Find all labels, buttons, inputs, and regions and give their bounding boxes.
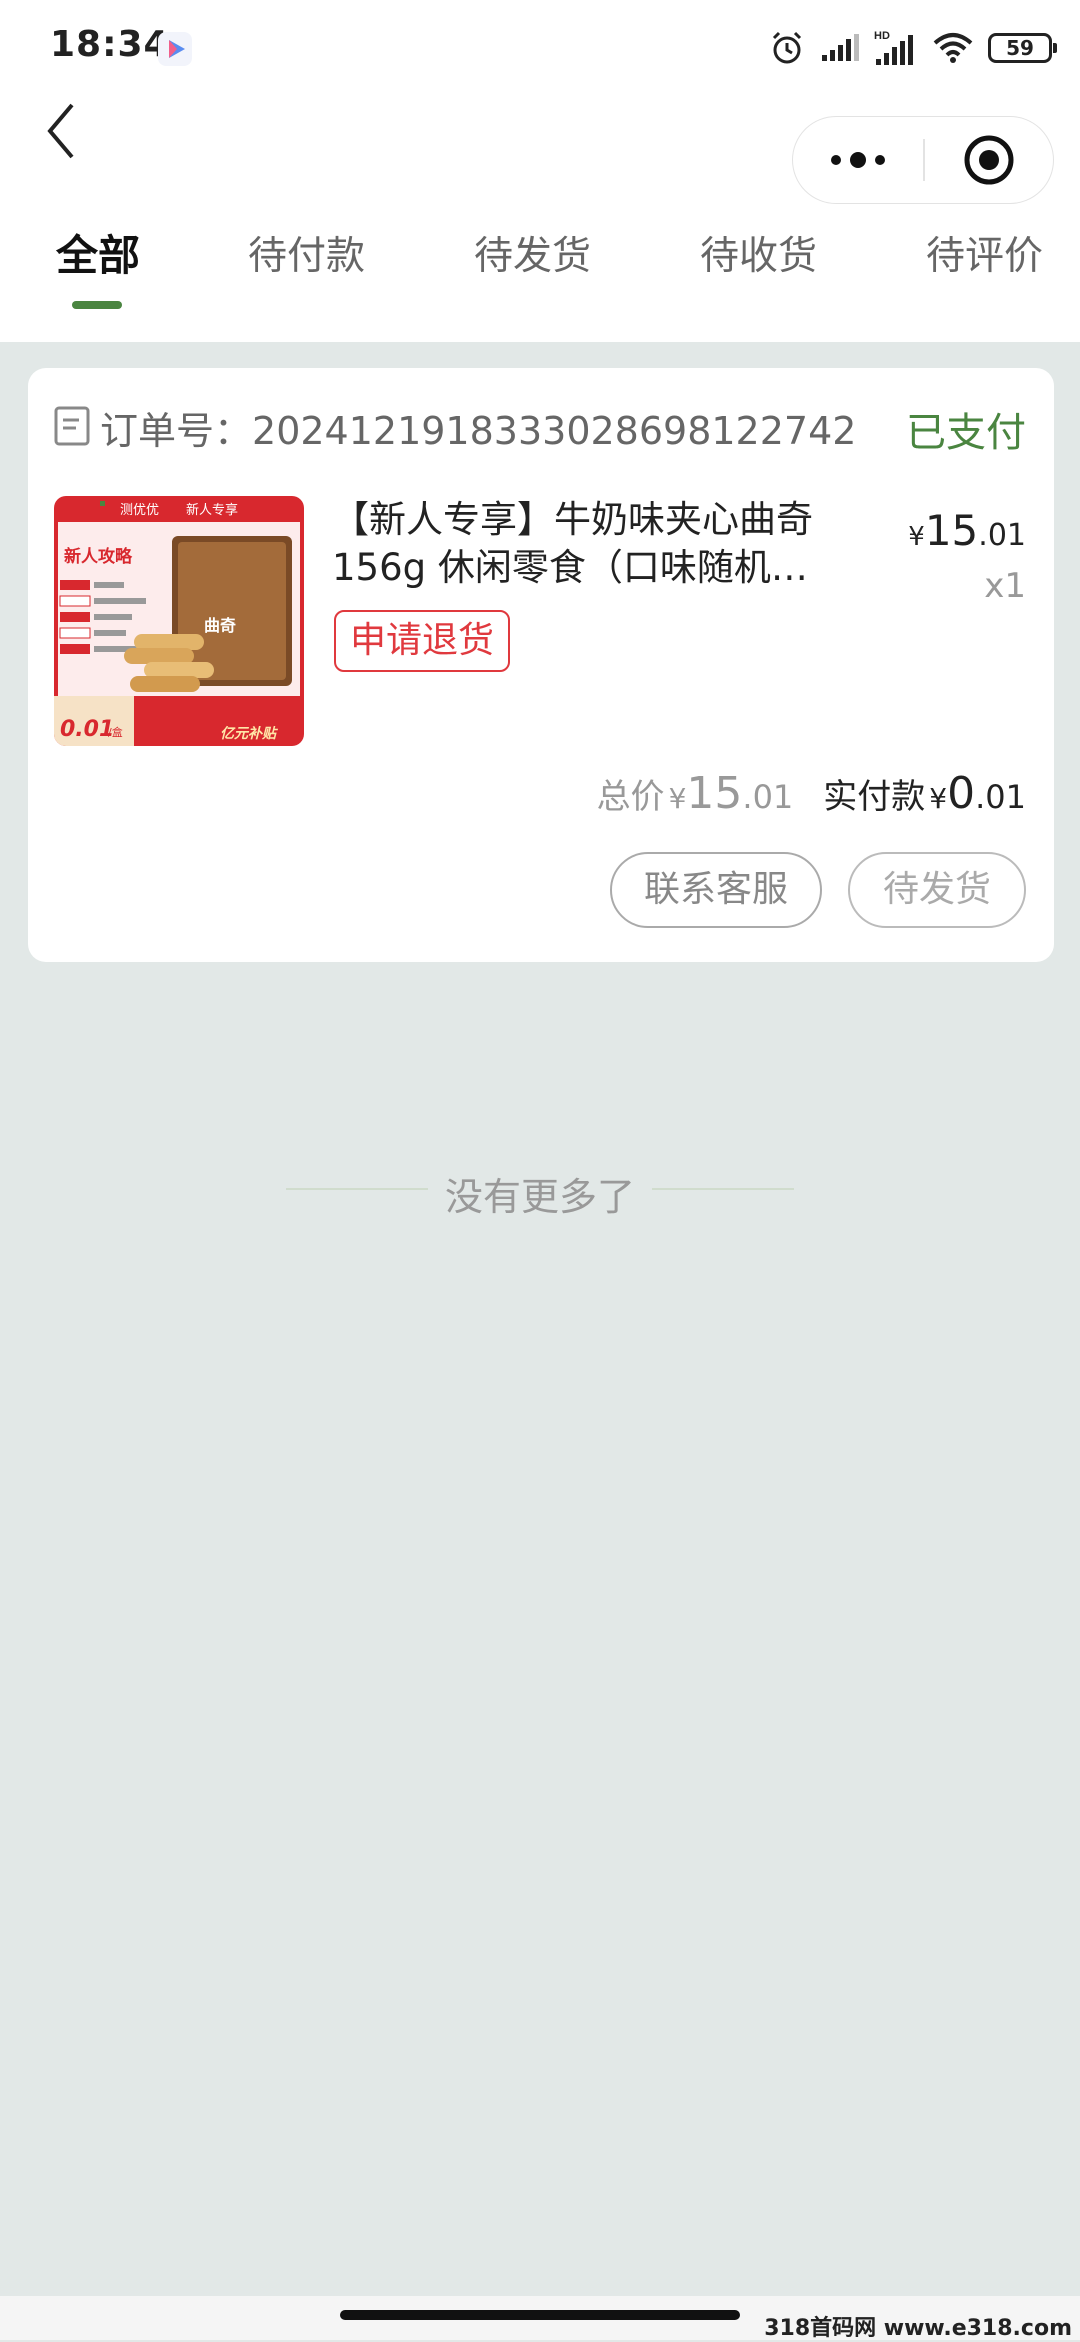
tab-all[interactable]: 全部 <box>56 222 140 283</box>
unit-price: ¥15.01 <box>908 506 1026 555</box>
total-integer: 15 <box>686 768 743 819</box>
paid-currency: ¥ <box>929 782 948 815</box>
hd-signal-icon: HD <box>874 30 913 65</box>
request-return-button[interactable]: 申请退货 <box>334 610 511 672</box>
paid-integer: 0 <box>947 768 976 819</box>
no-more-text: 没有更多了 <box>444 1175 635 1219</box>
order-status: 已支付 <box>906 410 1026 456</box>
quantity: x1 <box>984 566 1026 606</box>
order-totals: 总价 ¥ 15 .01 实付款 ¥ 0 .01 <box>597 768 1026 819</box>
signal-icon <box>822 34 859 61</box>
order-number-value: 20241219183330286981227​42 <box>252 409 857 453</box>
thumb-promo-price: 0.01 <box>60 717 114 742</box>
paid-label: 实付款 <box>823 777 926 817</box>
order-card[interactable]: 订单号：20241219183330286981227​42 已支付 测优优 新… <box>28 368 1054 962</box>
tab-pending-payment[interactable]: 待付款 <box>248 225 365 281</box>
total-decimal: .01 <box>742 778 794 816</box>
price-currency: ¥ <box>908 522 925 552</box>
battery-icon: 59 <box>988 33 1057 63</box>
close-mini-program-button[interactable] <box>924 117 1054 203</box>
price-integer: 15 <box>924 506 979 555</box>
target-icon <box>964 135 1014 185</box>
status-bar: 18:34 HD 59 <box>0 0 1080 100</box>
product-title[interactable]: 【新人专享】牛奶味夹心曲奇156g 休闲零食（口味随机… <box>332 496 902 592</box>
back-button[interactable] <box>36 96 86 166</box>
product-thumbnail[interactable]: 测优优 新人专享 新人攻略 曲奇 0.01 /盒 亿元补贴 <box>54 496 304 746</box>
video-app-icon <box>158 32 192 66</box>
order-list-icon <box>54 406 90 446</box>
total-currency: ¥ <box>668 782 687 815</box>
more-button[interactable] <box>793 117 923 203</box>
price-decimal: .01 <box>978 518 1026 553</box>
more-dots-icon <box>831 152 885 168</box>
total-label: 总价 <box>596 777 665 817</box>
tab-pending-shipment[interactable]: 待发货 <box>474 225 591 281</box>
order-tabs: 全部 待付款 待发货 待收货 待评价 <box>0 222 1080 312</box>
svg-text:HD: HD <box>874 30 890 42</box>
tab-pending-review[interactable]: 待评价 <box>926 225 1043 281</box>
svg-text:曲奇: 曲奇 <box>204 616 236 635</box>
tab-pending-receipt[interactable]: 待收货 <box>700 225 817 281</box>
thumb-heading: 新人攻略 <box>64 546 133 567</box>
watermark: 318首码网 www.e318.com <box>764 2316 1072 2341</box>
thumb-subsidy: 亿元补贴 <box>220 725 279 742</box>
active-tab-indicator <box>72 301 122 309</box>
order-number-label: 订单号： <box>100 409 253 453</box>
thumb-promo-unit: /盒 <box>108 725 123 739</box>
thumb-badge: 新人专享 <box>186 502 238 518</box>
thumb-brand: 测优优 <box>120 503 159 518</box>
mini-program-capsule <box>792 116 1054 204</box>
alarm-icon <box>772 31 802 64</box>
order-number: 订单号：20241219183330286981227​42 <box>100 400 856 455</box>
contact-service-button[interactable]: 联系客服 <box>610 852 822 928</box>
paid-decimal: .01 <box>975 778 1026 816</box>
wifi-icon <box>933 33 973 63</box>
status-time: 18:34 <box>50 24 170 65</box>
pending-shipment-button[interactable]: 待发货 <box>848 852 1026 928</box>
home-indicator[interactable] <box>340 2310 740 2320</box>
chevron-left-icon <box>47 103 74 159</box>
status-icons: HD 59 <box>768 28 1057 68</box>
